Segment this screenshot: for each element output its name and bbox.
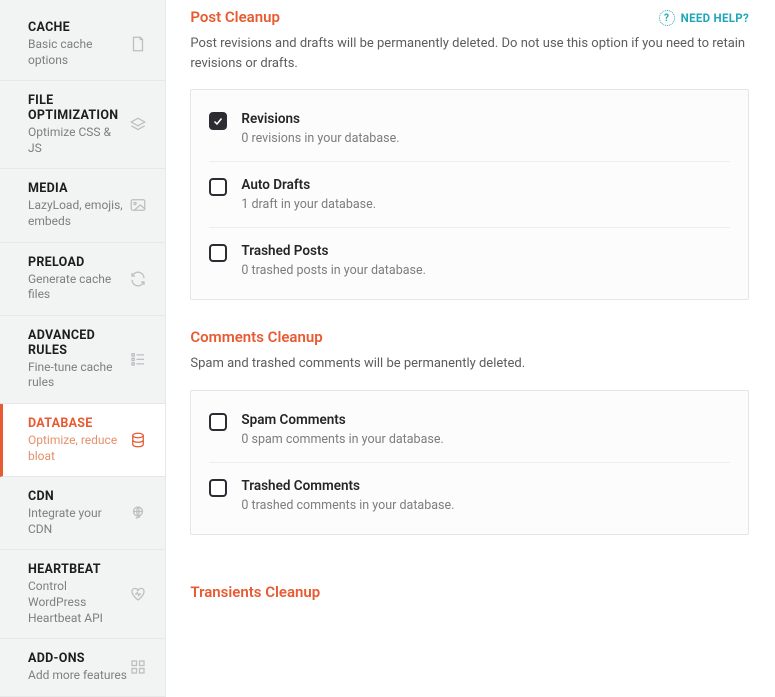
- section-title-post-cleanup: Post Cleanup: [190, 8, 280, 26]
- checkbox-auto-drafts[interactable]: [209, 178, 227, 196]
- option-sub: 1 draft in your database.: [241, 197, 376, 212]
- option-label: Trashed Comments: [241, 478, 454, 494]
- need-help-label: NEED HELP?: [681, 11, 749, 25]
- sidebar-item-database[interactable]: DATABASE Optimize, reduce bloat: [0, 404, 165, 477]
- sidebar-item-sub: Basic cache options: [28, 37, 127, 68]
- panel-comments-cleanup: Spam Comments 0 spam comments in your da…: [190, 390, 749, 535]
- option-sub: 0 spam comments in your database.: [241, 432, 443, 447]
- sidebar-item-advanced-rules[interactable]: ADVANCED RULES Fine-tune cache rules: [0, 316, 165, 404]
- sidebar-item-file-optimization[interactable]: FILE OPTIMIZATION Optimize CSS & JS: [0, 81, 165, 169]
- list-icon: [127, 348, 149, 370]
- sidebar-item-title: CDN: [28, 489, 127, 504]
- sidebar-item-title: PRELOAD: [28, 255, 127, 270]
- refresh-icon: [127, 268, 149, 290]
- sidebar-item-title: CACHE: [28, 20, 127, 35]
- sidebar-item-preload[interactable]: PRELOAD Generate cache files: [0, 243, 165, 316]
- globe-icon: [127, 502, 149, 524]
- settings-sidebar: CACHE Basic cache options FILE OPTIMIZAT…: [0, 0, 166, 697]
- option-spam-comments: Spam Comments 0 spam comments in your da…: [209, 397, 730, 463]
- addons-icon: [127, 656, 149, 678]
- sidebar-item-cache[interactable]: CACHE Basic cache options: [0, 8, 165, 81]
- option-sub: 0 trashed posts in your database.: [241, 263, 426, 278]
- checkbox-revisions[interactable]: [209, 112, 227, 130]
- section-title-transients-cleanup: Transients Cleanup: [190, 583, 749, 601]
- layers-icon: [127, 114, 149, 136]
- option-auto-drafts: Auto Drafts 1 draft in your database.: [209, 162, 730, 228]
- checkbox-spam-comments[interactable]: [209, 413, 227, 431]
- sidebar-item-title: HEARTBEAT: [28, 562, 127, 577]
- database-icon: [127, 429, 149, 451]
- sidebar-item-title: MEDIA: [28, 181, 127, 196]
- sidebar-item-sub: Control WordPress Heartbeat API: [28, 579, 127, 626]
- option-label: Auto Drafts: [241, 177, 376, 193]
- sidebar-item-addons[interactable]: ADD-ONS Add more features: [0, 639, 165, 697]
- section-title-comments-cleanup: Comments Cleanup: [190, 328, 749, 346]
- sidebar-item-sub: Generate cache files: [28, 272, 127, 303]
- heartbeat-icon: [127, 583, 149, 605]
- option-label: Spam Comments: [241, 412, 443, 428]
- sidebar-item-title: ADVANCED RULES: [28, 328, 127, 358]
- sidebar-item-sub: Integrate your CDN: [28, 506, 127, 537]
- checkbox-trashed-posts[interactable]: [209, 244, 227, 262]
- option-revisions: Revisions 0 revisions in your database.: [209, 96, 730, 162]
- panel-post-cleanup: Revisions 0 revisions in your database. …: [190, 89, 749, 300]
- sidebar-item-media[interactable]: MEDIA LazyLoad, emojis, embeds: [0, 169, 165, 242]
- sidebar-item-cdn[interactable]: CDN Integrate your CDN: [0, 477, 165, 550]
- sidebar-item-title: DATABASE: [28, 416, 127, 431]
- sidebar-item-sub: Optimize, reduce bloat: [28, 433, 127, 464]
- sidebar-item-sub: Optimize CSS & JS: [28, 125, 127, 156]
- sidebar-item-title: FILE OPTIMIZATION: [28, 93, 127, 123]
- option-trashed-posts: Trashed Posts 0 trashed posts in your da…: [209, 228, 730, 293]
- option-label: Revisions: [241, 111, 399, 127]
- checkbox-trashed-comments[interactable]: [209, 479, 227, 497]
- cache-icon: [127, 33, 149, 55]
- option-trashed-comments: Trashed Comments 0 trashed comments in y…: [209, 463, 730, 528]
- option-label: Trashed Posts: [241, 243, 426, 259]
- sidebar-item-sub: Fine-tune cache rules: [28, 360, 127, 391]
- need-help-link[interactable]: ? NEED HELP?: [659, 10, 749, 26]
- section-desc-post-cleanup: Post revisions and drafts will be perman…: [190, 34, 749, 73]
- sidebar-item-sub: LazyLoad, emojis, embeds: [28, 198, 127, 229]
- option-sub: 0 trashed comments in your database.: [241, 498, 454, 513]
- main-content: Post Cleanup ? NEED HELP? Post revisions…: [166, 0, 775, 697]
- sidebar-item-sub: Add more features: [28, 668, 127, 684]
- option-sub: 0 revisions in your database.: [241, 131, 399, 146]
- sidebar-item-title: ADD-ONS: [28, 651, 127, 666]
- help-icon: ?: [659, 10, 675, 26]
- section-desc-comments-cleanup: Spam and trashed comments will be perman…: [190, 354, 749, 374]
- image-icon: [127, 194, 149, 216]
